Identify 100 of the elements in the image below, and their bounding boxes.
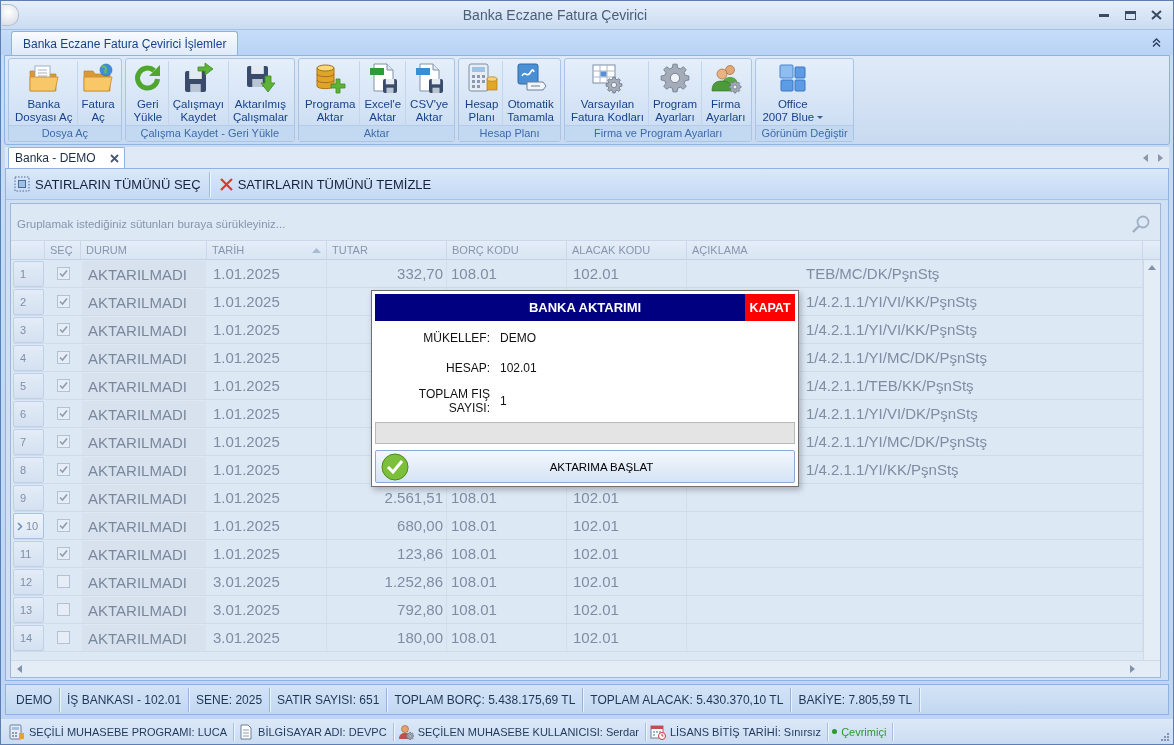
date-cell: 1.01.2025: [207, 512, 327, 539]
date-cell: 1.01.2025: [207, 344, 327, 371]
ribbon-button[interactable]: Varsayılan Fatura Kodları: [567, 61, 648, 125]
document-disk-icon: [413, 62, 446, 94]
toolbar-button[interactable]: SATIRLARIN TÜMÜNÜ SEÇ: [9, 171, 206, 197]
gear-icon: [658, 62, 691, 94]
close-icon: [1150, 10, 1162, 20]
ribbon-button[interactable]: Geri Yükle: [127, 61, 168, 125]
group-label: Görünüm Değiştir: [756, 125, 853, 141]
folder-globe-icon: [82, 62, 115, 94]
four-squares-icon: [776, 62, 809, 94]
info-text: LİSANS BİTİŞ TARİHİ: Sınırsız: [669, 725, 822, 738]
info-text: SEÇİLEN MUHASEBE KULLANICISI: Serdar: [417, 725, 639, 738]
status-cell: AKTARILMADI: [82, 373, 206, 399]
ribbon-button[interactable]: Program Ayarları: [647, 61, 701, 125]
date-cell: 1.01.2025: [207, 372, 327, 399]
date-cell: 1.01.2025: [207, 540, 327, 567]
field-label: TOPLAM FIŞ SAYISI:: [417, 387, 490, 415]
maximize-icon: [1124, 10, 1136, 20]
calendar-clock-icon: [649, 723, 666, 740]
ribbon-button[interactable]: Excel'e Aktar: [359, 61, 406, 125]
date-cell: 1.01.2025: [207, 456, 327, 483]
status-item: SENE: 2025: [189, 687, 271, 712]
field-label: HESAP:: [446, 361, 490, 375]
group-label: Hesap Planı: [459, 125, 560, 141]
status-cell: AKTARILMADI: [82, 541, 206, 567]
ribbon-button[interactable]: Programa Aktar: [300, 61, 360, 125]
code-cell: 108.01: [447, 624, 567, 651]
start-transfer-button[interactable]: AKTARIMA BAŞLAT: [375, 450, 795, 483]
code-cell: 108.01: [447, 260, 567, 287]
date-cell: 3.01.2025: [207, 568, 327, 595]
date-cell: 1.01.2025: [207, 484, 327, 511]
code-cell: 102.01: [567, 568, 687, 595]
ribbon-button[interactable]: Otomatik Tamamla: [502, 61, 558, 125]
status-cell: AKTARILMADI: [82, 485, 206, 511]
tile-tag-icon: [514, 62, 547, 94]
app-menu-button[interactable]: [2, 4, 19, 26]
date-cell: 1.01.2025: [207, 260, 327, 287]
status-cell: AKTARILMADI: [82, 429, 206, 455]
right-arrow-icon[interactable]: [1158, 153, 1163, 162]
left-arrow-icon[interactable]: [1143, 153, 1148, 162]
group-label: Çalışma Kaydet - Geri Yükle: [125, 125, 294, 141]
document-icon: [238, 723, 255, 740]
close-button[interactable]: KAPAT: [745, 294, 795, 321]
code-cell: 108.01: [447, 512, 567, 539]
code-cell: 102.01: [567, 512, 687, 539]
user-gear-icon: [397, 723, 414, 740]
floppy-arrow-icon: [182, 62, 215, 94]
table-gear-icon: [591, 62, 624, 94]
amount-cell: 680,00: [327, 512, 447, 539]
check-icon: [381, 452, 409, 481]
ribbon-button[interactable]: Çalışmayı Kaydet: [167, 61, 228, 125]
ribbon-button[interactable]: CSV'ye Aktar: [405, 61, 453, 125]
status-cell: AKTARILMADI: [82, 457, 206, 483]
group-panel-hint: Gruplamak istediğiniz sütunları buraya sürükleyiniz...: [17, 218, 286, 230]
calculator-icon: [9, 723, 25, 740]
sort-up-icon: [312, 247, 321, 253]
ribbon-button[interactable]: Hesap Planı: [461, 61, 503, 125]
code-cell: 108.01: [447, 540, 567, 567]
date-cell: 3.01.2025: [207, 624, 327, 651]
status-cell: AKTARILMADI: [82, 317, 206, 343]
date-cell: 3.01.2025: [207, 596, 327, 623]
status-cell: AKTARILMADI: [82, 289, 206, 315]
code-cell: 108.01: [447, 596, 567, 623]
ribbon-button[interactable]: Firma Ayarları: [701, 61, 750, 125]
document-tab[interactable]: Banka - DEMO: [8, 147, 125, 168]
ribbon-button[interactable]: Banka Dosyası Aç: [11, 61, 77, 125]
window-title: Banka Eczane Fatura Çevirici: [461, 7, 649, 23]
status-item: SATIR SAYISI: 651: [270, 687, 388, 712]
status-item: TOPLAM ALACAK: 5.430.370,10 TL: [583, 687, 792, 712]
info-text: SEÇİLİ MUHASEBE PROGRAMI: LUCA: [29, 725, 228, 738]
select-all-icon: [14, 176, 30, 192]
code-cell: 102.01: [567, 540, 687, 567]
group-label: Firma ve Program Ayarları: [565, 125, 752, 141]
x-mark-icon: [219, 177, 233, 191]
ribbon-tab[interactable]: Banka Eczane Fatura Çevirici İşlemler: [11, 31, 239, 55]
status-cell: AKTARILMADI: [82, 401, 206, 427]
people-gear-icon: [709, 62, 742, 94]
amount-cell: 123,86: [327, 540, 447, 567]
ribbon-button[interactable]: Office 2007 Blue: [758, 61, 828, 125]
close-icon[interactable]: [109, 153, 119, 163]
date-cell: 1.01.2025: [207, 288, 327, 315]
ribbon-button[interactable]: Fatura Aç: [76, 61, 119, 125]
size-grip-icon[interactable]: [1159, 732, 1169, 742]
current-row-icon: [17, 521, 23, 531]
status-cell: AKTARILMADI: [82, 625, 206, 651]
amount-cell: 1.252,86: [327, 568, 447, 595]
group-label: Dosya Aç: [9, 125, 121, 141]
calculator-coins-icon: [465, 62, 498, 94]
field-value: 1: [500, 394, 507, 408]
group-label: Aktar: [298, 125, 455, 141]
toolbar-button[interactable]: SATIRLARIN TÜMÜNÜ TEMİZLE: [214, 171, 437, 197]
code-cell: 108.01: [447, 568, 567, 595]
amount-cell: 332,70: [327, 260, 447, 287]
minimize-icon: [1099, 13, 1109, 17]
status-cell: AKTARILMADI: [82, 261, 206, 287]
code-cell: 102.01: [567, 624, 687, 651]
database-plus-icon: [314, 62, 347, 94]
collapse-ribbon-icon[interactable]: [1152, 38, 1161, 47]
ribbon-button[interactable]: Aktarılmış Çalışmalar: [227, 61, 292, 125]
